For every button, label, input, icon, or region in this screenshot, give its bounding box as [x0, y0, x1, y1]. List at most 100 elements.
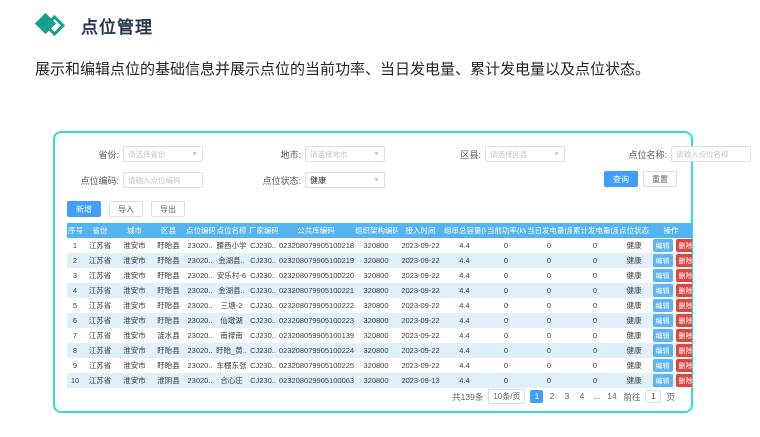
cell: 0	[526, 343, 572, 358]
table-row: 9江苏省淮安市盱眙县23020..车棚东张CJ230..023208079905…	[67, 358, 692, 373]
cell: 盱眙县	[152, 253, 185, 268]
cell: 320800	[354, 313, 398, 328]
cell: 2023-09-22	[398, 298, 443, 313]
page-size-select[interactable]: 10条/页	[488, 389, 525, 404]
cell: 南禄南	[215, 328, 248, 343]
cell: 0	[572, 373, 618, 388]
cell: 23020..	[185, 328, 215, 343]
delete-button[interactable]: 删除	[676, 329, 693, 342]
cell: 320800	[354, 283, 398, 298]
column-header: 组织架构编码	[354, 223, 398, 238]
search-button[interactable]: 查询	[604, 171, 638, 187]
export-button[interactable]: 导出	[151, 201, 185, 217]
page-button[interactable]: 4	[575, 390, 588, 403]
edit-button[interactable]: 编辑	[653, 359, 673, 372]
cell: 23020..	[185, 283, 215, 298]
delete-button[interactable]: 删除	[676, 299, 693, 312]
cell: 023208079905100218	[278, 238, 354, 253]
cell: 023208079905100224	[278, 343, 354, 358]
chevron-down-icon: ▼	[373, 151, 380, 157]
page-button[interactable]: 2	[545, 390, 558, 403]
table-row: 6江苏省淮安市盱眙县23020..仙墩湖CJ230..0232080799051…	[67, 313, 692, 328]
cell: 2023-09-22	[398, 358, 443, 373]
edit-button[interactable]: 编辑	[653, 254, 673, 267]
edit-button[interactable]: 编辑	[653, 314, 673, 327]
column-header: 组串总容量(kW)	[443, 223, 486, 238]
add-button[interactable]: 新增	[67, 201, 101, 217]
table-row: 4江苏省淮安市盱眙县23020..金湖县..CJ230..02320807990…	[67, 283, 692, 298]
cell: 江苏省	[83, 358, 117, 373]
delete-button[interactable]: 删除	[676, 254, 693, 267]
point-status-select[interactable]: 健康 ▼	[305, 172, 385, 188]
page-button[interactable]: 3	[560, 390, 573, 403]
point-code-label: 点位编码:	[67, 174, 119, 187]
page-button[interactable]: 1	[530, 390, 543, 403]
cell: 健康	[618, 253, 650, 268]
edit-button[interactable]: 编辑	[653, 344, 673, 357]
city-select[interactable]: 请选择地市 ▼	[305, 146, 385, 162]
cell: 盱眙县	[152, 298, 185, 313]
delete-button[interactable]: 删除	[676, 374, 693, 387]
cell: 江苏省	[83, 313, 117, 328]
edit-button[interactable]: 编辑	[653, 284, 673, 297]
cell: 江苏省	[83, 343, 117, 358]
edit-button[interactable]: 编辑	[653, 239, 673, 252]
cell: 9	[67, 358, 83, 373]
cell: 23020..	[185, 373, 215, 388]
cell: 健康	[618, 283, 650, 298]
reset-button[interactable]: 重置	[643, 171, 677, 187]
cell: 0	[486, 298, 526, 313]
cell: 0	[572, 328, 618, 343]
cell: 0	[526, 328, 572, 343]
import-button[interactable]: 导入	[109, 201, 143, 217]
edit-button[interactable]: 编辑	[653, 329, 673, 342]
page-button[interactable]: 14	[605, 390, 618, 403]
cell: 2023-09-13	[398, 373, 443, 388]
point-code-input[interactable]	[123, 172, 203, 188]
delete-button[interactable]: 删除	[676, 284, 693, 297]
cell: CJ230..	[248, 238, 278, 253]
goto-page-input[interactable]	[645, 390, 661, 403]
delete-button[interactable]: 删除	[676, 269, 693, 282]
table-row: 5江苏省淮安市盱眙县23020..三塘-2CJ230..023208079905…	[67, 298, 692, 313]
cell: 车棚东张	[215, 358, 248, 373]
cell: 2	[67, 253, 83, 268]
cell: 4.4	[443, 283, 486, 298]
table-toolbar: 新增 导入 导出	[67, 201, 677, 217]
edit-button[interactable]: 编辑	[653, 374, 673, 387]
cell: 023208079905100223	[278, 313, 354, 328]
column-header: 城市	[117, 223, 152, 238]
column-header: 厂家编码	[248, 223, 278, 238]
actions-cell: 编辑删除	[650, 373, 692, 388]
cell: 江苏省	[83, 238, 117, 253]
cell: 仙墩湖	[215, 313, 248, 328]
cell: 淮安市	[117, 373, 152, 388]
cell: 0	[526, 313, 572, 328]
delete-button[interactable]: 删除	[676, 239, 693, 252]
cell: 023208079905100222	[278, 298, 354, 313]
actions-cell: 编辑删除	[650, 298, 692, 313]
cell: 1	[67, 238, 83, 253]
point-status-value: 健康	[310, 175, 326, 186]
delete-button[interactable]: 删除	[676, 344, 693, 357]
cell: CJ230..	[248, 358, 278, 373]
cell: 盱眙县	[152, 343, 185, 358]
table-row: 7江苏省淮安市涟水县23020..南禄南CJ230..0232080599051…	[67, 328, 692, 343]
delete-button[interactable]: 删除	[676, 314, 693, 327]
district-select[interactable]: 请选择区县 ▼	[485, 146, 565, 162]
page-title: 点位管理	[81, 13, 153, 38]
cell: 盱眙_黄..	[215, 343, 248, 358]
cell: 涟水县	[152, 328, 185, 343]
edit-button[interactable]: 编辑	[653, 299, 673, 312]
column-header: 点位编码	[185, 223, 215, 238]
cell: 0	[572, 283, 618, 298]
point-name-input[interactable]	[671, 146, 751, 162]
delete-button[interactable]: 删除	[676, 359, 693, 372]
province-select[interactable]: 请选择省份 ▼	[123, 146, 203, 162]
column-header: 操作	[650, 223, 692, 238]
cell: 淮安市	[117, 253, 152, 268]
edit-button[interactable]: 编辑	[653, 269, 673, 282]
cell: 320800	[354, 253, 398, 268]
cell: 淮阴县	[152, 373, 185, 388]
cell: 0	[572, 343, 618, 358]
